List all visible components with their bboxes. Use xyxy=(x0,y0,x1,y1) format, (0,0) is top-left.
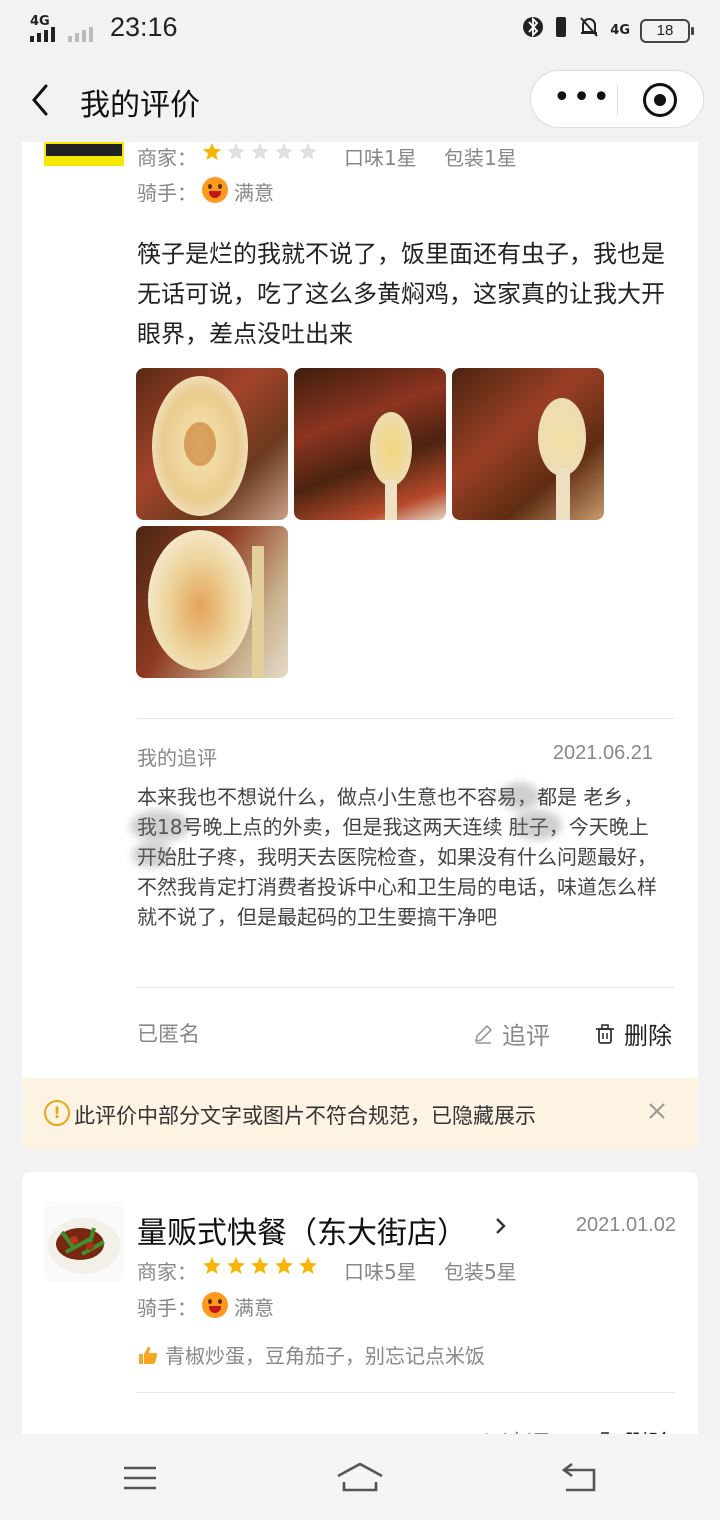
followup-text: 本来我也不想说什么，做点小生意也不容易，都是 老乡，我18号晚上点的外卖，但是我… xyxy=(137,785,657,929)
chevron-right-icon[interactable] xyxy=(494,1216,508,1236)
menu-icon[interactable] xyxy=(120,1462,160,1494)
redaction-blur xyxy=(500,782,540,810)
back-icon[interactable] xyxy=(26,80,56,120)
redaction-blur xyxy=(512,810,562,840)
redaction-blur xyxy=(130,810,190,842)
rider-rating: 满意 xyxy=(234,181,274,205)
divider xyxy=(137,987,675,988)
merchant-label: 商家： xyxy=(137,146,197,170)
shop-name[interactable]: 量贩式快餐（东大街店） xyxy=(137,1208,467,1252)
followup-button[interactable]: 追评 xyxy=(472,1016,550,1051)
rider-label: 骑手： xyxy=(137,1296,197,1320)
package-rating: 包装5星 xyxy=(444,1260,517,1284)
status-bar: 4G 23:16 4G 18 xyxy=(0,0,720,56)
close-icon[interactable] xyxy=(644,1098,670,1124)
star-empty-icon xyxy=(251,143,269,160)
review-text: 筷子是烂的我就不说了，饭里面还有虫子，我也是无话可说，吃了这么多黄焖鸡，这家真的… xyxy=(137,240,665,348)
followup-label: 追评 xyxy=(502,1022,550,1050)
rider-label: 骑手： xyxy=(137,181,197,205)
network-4g-icon: 4G xyxy=(610,22,630,38)
warning-icon: ! xyxy=(44,1100,70,1126)
review-photo[interactable] xyxy=(452,368,604,520)
review-photo[interactable] xyxy=(136,368,288,520)
delete-button[interactable]: 删除 xyxy=(594,1016,672,1051)
signal-icon: 4G xyxy=(30,14,62,42)
star-filled-icon xyxy=(227,1257,245,1274)
anonymous-label: 已匿名 xyxy=(137,1022,200,1046)
star-empty-icon xyxy=(275,143,293,160)
review-date: 2021.01.02 xyxy=(575,1214,676,1236)
shop-thumbnail[interactable] xyxy=(44,1202,124,1282)
vibrate-icon xyxy=(554,14,568,47)
delete-label: 删除 xyxy=(624,1022,672,1050)
review-photo[interactable] xyxy=(294,368,446,520)
bluetooth-icon xyxy=(522,14,544,47)
satisfied-emoji-icon xyxy=(202,1292,228,1318)
page-title: 我的评价 xyxy=(80,88,200,123)
thumbs-up-icon xyxy=(139,1346,158,1364)
followup-date: 2021.06.21 xyxy=(552,742,653,764)
redaction-blur xyxy=(132,842,172,868)
satisfied-emoji-icon xyxy=(202,177,228,203)
review-card: 商家： 口味1星 包装1星 骑手： 满意 筷子是烂的我就不说了，饭里面还有虫子，… xyxy=(22,142,698,1078)
star-filled-icon xyxy=(203,1257,221,1274)
star-filled-icon xyxy=(203,143,221,160)
home-icon[interactable] xyxy=(336,1462,384,1494)
review-card: 量贩式快餐（东大街店） 2021.01.02 商家： 口味5星 包装5星 骑手：… xyxy=(22,1172,698,1462)
divider xyxy=(137,718,675,719)
system-nav-bar xyxy=(0,1434,720,1520)
star-empty-icon xyxy=(227,143,245,160)
back-nav-icon[interactable] xyxy=(560,1462,600,1494)
capsule-divider xyxy=(617,85,618,115)
star-filled-icon xyxy=(251,1257,269,1274)
star-empty-icon xyxy=(299,143,317,160)
divider xyxy=(137,1392,675,1393)
signal-icon-2 xyxy=(68,14,100,42)
review-photo[interactable] xyxy=(136,526,288,678)
hidden-content-notice: ! 此评价中部分文字或图片不符合规范，已隐藏展示 xyxy=(22,1078,698,1150)
close-miniprogram-icon[interactable] xyxy=(643,83,677,117)
notice-text: 此评价中部分文字或图片不符合规范，已隐藏展示 xyxy=(74,1104,536,1128)
more-icon[interactable]: ••• xyxy=(553,83,610,117)
trash-icon xyxy=(596,1023,614,1044)
status-time: 23:16 xyxy=(110,12,178,42)
recommended-dishes: 青椒炒蛋，豆角茄子，别忘记点米饭 xyxy=(137,1340,485,1369)
nav-bar: 我的评价 ••• xyxy=(0,56,720,142)
recommended-dishes-text: 青椒炒蛋，豆角茄子，别忘记点米饭 xyxy=(165,1344,485,1368)
star-filled-icon xyxy=(275,1257,293,1274)
star-filled-icon xyxy=(299,1257,317,1274)
merchant-stars xyxy=(202,142,318,162)
followup-title: 我的追评 xyxy=(137,746,217,770)
mute-bell-icon xyxy=(578,14,600,47)
mini-program-capsule: ••• xyxy=(530,70,704,128)
taste-rating: 口味1星 xyxy=(344,146,417,170)
package-rating: 包装1星 xyxy=(444,146,517,170)
taste-rating: 口味5星 xyxy=(344,1260,417,1284)
merchant-stars xyxy=(202,1256,318,1276)
edit-icon xyxy=(474,1024,493,1044)
shop-thumbnail[interactable] xyxy=(44,142,124,166)
battery-indicator: 18 xyxy=(640,18,694,43)
rider-rating: 满意 xyxy=(234,1296,274,1320)
merchant-label: 商家： xyxy=(137,1260,197,1284)
